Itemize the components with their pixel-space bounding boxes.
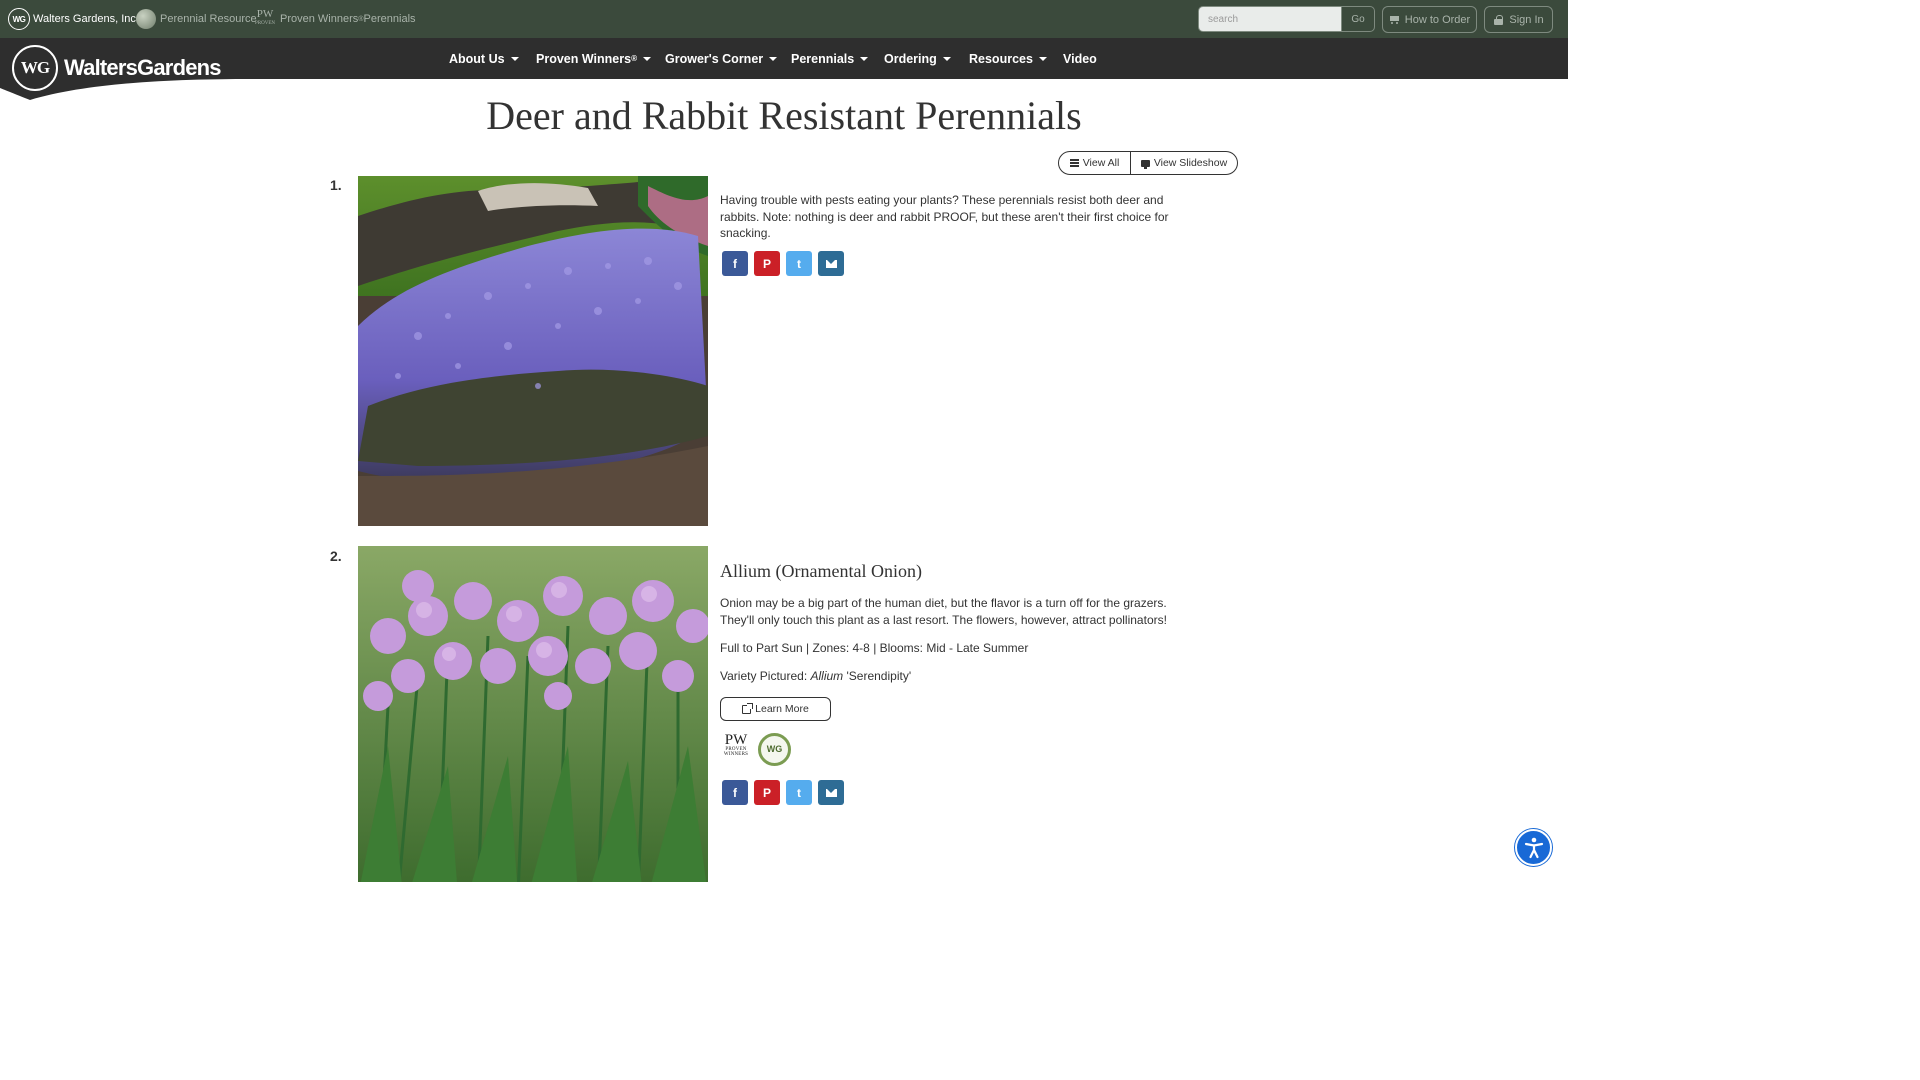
variety-label: Variety Pictured: — [720, 669, 811, 683]
nav-resources[interactable]: Resources — [969, 38, 1047, 79]
nav-growers-corner[interactable]: Grower's Corner — [665, 38, 778, 79]
wg-seal-mark: WG — [766, 744, 783, 754]
caret-down-icon — [1038, 57, 1047, 61]
walters-gardens-site-label: Walters Gardens, Inc. — [33, 13, 139, 25]
facebook-icon: f — [733, 785, 737, 800]
list-item-number: 2. — [330, 548, 342, 564]
nav-about-us[interactable]: About Us — [449, 38, 519, 79]
item-description: Having trouble with pests eating your pl… — [720, 193, 1169, 240]
facebook-share-button[interactable]: f — [722, 780, 748, 805]
perennial-resource-site-link[interactable]: Perennial Resource — [136, 0, 257, 38]
pinterest-icon: P — [762, 256, 771, 271]
pinterest-share-button[interactable]: P — [754, 780, 780, 805]
pw-logo-icon: PW PROVEN — [255, 8, 276, 27]
learn-more-button[interactable]: Learn More — [720, 697, 831, 721]
pw-logo-mark: PW — [724, 732, 748, 748]
item-description: Onion may be a big part of the human die… — [720, 596, 1167, 627]
facebook-icon: f — [733, 256, 737, 271]
item-title: Allium (Ornamental Onion) — [720, 561, 922, 581]
pw-logo-text: PROVEN WINNERS — [723, 747, 749, 757]
pinterest-icon: P — [762, 785, 771, 800]
envelope-icon — [825, 788, 837, 797]
caret-down-icon — [860, 57, 869, 61]
nav-proven-winners-label: Proven Winners — [536, 51, 632, 66]
nepeta-plant-photo — [358, 176, 708, 526]
walters-gardens-site-link[interactable]: WG Walters Gardens, Inc. — [8, 0, 139, 38]
sign-in-button[interactable]: Sign In — [1484, 6, 1553, 33]
allium-plant-photo — [358, 546, 708, 882]
shopping-cart-icon — [1389, 15, 1400, 25]
sign-in-label: Sign In — [1509, 13, 1544, 26]
page-title: Deer and Rabbit Resistant Perennials — [486, 93, 1082, 138]
proven-winners-site-link[interactable]: PW PROVEN Proven Winners ® Perennials — [255, 0, 416, 38]
view-slideshow-button[interactable]: View Slideshow — [1131, 151, 1238, 175]
lock-icon — [1493, 14, 1504, 25]
external-link-icon — [742, 702, 754, 714]
nav-video[interactable]: Video — [1063, 38, 1097, 79]
twitter-icon: t — [797, 256, 801, 271]
facebook-share-button[interactable]: f — [722, 251, 748, 276]
item-growing-details: Full to Part Sun | Zones: 4-8 | Blooms: … — [720, 641, 1029, 655]
brand-logos: PW PROVEN WINNERS WG — [720, 732, 791, 766]
twitter-share-button[interactable]: t — [786, 780, 812, 805]
list-item-number: 1. — [330, 177, 342, 193]
how-to-order-button[interactable]: How to Order — [1382, 6, 1477, 33]
nav-perennials-label: Perennials — [791, 51, 855, 66]
search-form: Go — [1198, 6, 1375, 32]
nav-perennials[interactable]: Perennials — [791, 38, 869, 79]
accessibility-button[interactable] — [1515, 829, 1552, 866]
share-buttons: f P t — [722, 780, 844, 805]
variety-pictured: Variety Pictured: Allium 'Serendipity' — [720, 669, 911, 683]
nav-video-label: Video — [1063, 51, 1097, 66]
caret-down-icon — [942, 57, 951, 61]
walters-gardens-logo[interactable]: WG WaltersGardens — [12, 45, 222, 91]
walters-gardens-seal[interactable]: WG — [758, 732, 791, 766]
view-all-button[interactable]: View All — [1058, 151, 1131, 175]
view-slideshow-label: View Slideshow — [1153, 157, 1228, 169]
twitter-icon: t — [797, 785, 801, 800]
nav-about-us-label: About Us — [449, 51, 505, 66]
search-input[interactable] — [1198, 6, 1341, 32]
email-share-button[interactable] — [818, 251, 844, 276]
how-to-order-label: How to Order — [1404, 13, 1471, 26]
nav-proven-winners[interactable]: Proven Winners ® — [536, 38, 652, 79]
email-share-button[interactable] — [818, 780, 844, 805]
wg-logo-icon: WG — [8, 8, 30, 30]
wg-logo-mark: WG — [12, 45, 58, 91]
pinterest-share-button[interactable]: P — [754, 251, 780, 276]
logo-wordmark: WaltersGardens — [64, 55, 222, 80]
nav-ordering-label: Ordering — [884, 51, 937, 66]
caret-down-icon — [769, 57, 778, 61]
globe-icon — [136, 9, 156, 29]
proven-winners-logo[interactable]: PW PROVEN WINNERS — [720, 733, 752, 765]
nav-growers-corner-label: Grower's Corner — [665, 51, 764, 66]
monitor-icon — [1140, 159, 1150, 169]
proven-winners-site-label: Proven Winners — [280, 13, 359, 25]
view-mode-toggle: View All View Slideshow — [1058, 151, 1238, 175]
nav-ordering[interactable]: Ordering — [884, 38, 951, 79]
variety-cultivar: 'Serendipity' — [843, 669, 912, 683]
caret-down-icon — [510, 57, 519, 61]
list-icon — [1069, 159, 1079, 167]
perennial-resource-site-label: Perennial Resource — [160, 13, 257, 25]
share-buttons: f P t — [722, 251, 844, 276]
caret-down-icon — [643, 57, 652, 61]
nav-resources-label: Resources — [969, 51, 1033, 66]
view-all-label: View All — [1082, 157, 1120, 169]
accessibility-icon — [1524, 837, 1543, 858]
search-go-button[interactable]: Go — [1341, 6, 1375, 32]
envelope-icon — [825, 259, 837, 268]
proven-winners-site-suffix: Perennials — [363, 13, 416, 25]
learn-more-label: Learn More — [755, 703, 809, 715]
variety-genus: Allium — [810, 669, 844, 683]
twitter-share-button[interactable]: t — [786, 251, 812, 276]
